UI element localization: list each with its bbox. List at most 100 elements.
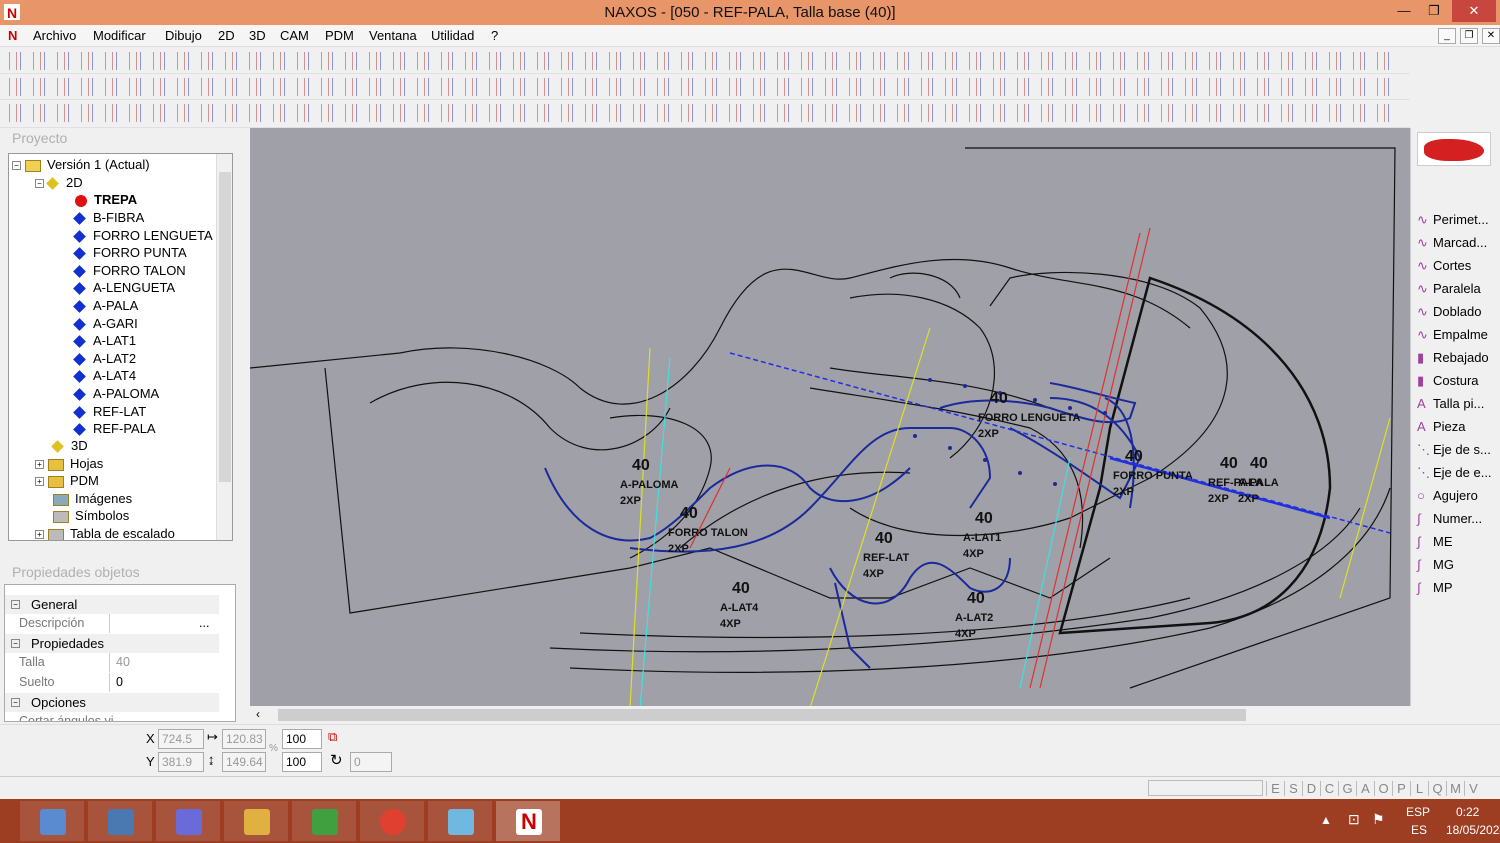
status-flag-q[interactable]: Q [1428, 781, 1446, 796]
network-icon[interactable]: ⊡ [1348, 811, 1360, 828]
tree-item-trepa[interactable]: TREPA [75, 191, 137, 208]
taskbar-chrome[interactable] [360, 801, 424, 841]
tree-item-ref-lat[interactable]: REF-LAT [73, 403, 146, 420]
tree-3d[interactable]: 3D [51, 437, 88, 454]
status-flag-l[interactable]: L [1410, 781, 1428, 796]
menu-utilidad[interactable]: Utilidad [431, 28, 474, 43]
project-tree[interactable]: − Versión 1 (Actual) −2D TREPA B-FIBRA FOR… [8, 153, 233, 541]
tree-pdm[interactable]: + PDM [35, 472, 99, 489]
tree-item-forro-lengueta[interactable]: FORRO LENGUETA [73, 227, 213, 244]
menu-pdm[interactable]: PDM [325, 28, 354, 43]
pattern-drawing[interactable]: 40 A-PALOMA 2XP 40 FORRO TALON 2XP 40 A-LAT4 4XP… [250, 128, 1410, 706]
mdi-restore-button[interactable]: ❐ [1460, 28, 1478, 44]
menu-archivo[interactable]: Archivo [33, 28, 76, 43]
tool-mp[interactable]: ∫ MP [1417, 580, 1453, 595]
flag-icon[interactable]: ⚑ [1372, 811, 1385, 828]
close-button[interactable]: ✕ [1452, 0, 1496, 22]
clock-date[interactable]: 18/05/2024 [1446, 823, 1500, 837]
tree-item-forro-talon[interactable]: FORRO TALON [73, 262, 186, 279]
menu-help[interactable]: ? [491, 28, 498, 43]
tree-item-b-fibra[interactable]: B-FIBRA [73, 209, 144, 226]
taskbar-file-explorer[interactable] [224, 801, 288, 841]
height-field[interactable]: 149.64 [222, 752, 266, 772]
prop-descripcion[interactable]: Descripción... [5, 614, 219, 633]
toolbar-icons[interactable] [6, 78, 1396, 96]
status-flag-v[interactable]: V [1464, 781, 1482, 796]
status-flag-c[interactable]: C [1320, 781, 1338, 796]
status-flag-a[interactable]: A [1356, 781, 1374, 796]
tree-tabla[interactable]: + Tabla de escalado [35, 525, 175, 540]
tree-item-a-lengueta[interactable]: A-LENGUETA [73, 279, 175, 296]
tool-pieza[interactable]: A Pieza [1417, 419, 1466, 434]
toolbar-main[interactable] [0, 48, 1410, 74]
tool-rebajado[interactable]: ▮ Rebajado [1417, 350, 1489, 366]
tool-paralela[interactable]: ∿ Paralela [1417, 281, 1481, 297]
tool-perimet[interactable]: ∿ Perimet... [1417, 212, 1489, 228]
prop-suelto[interactable]: Suelto 0 [5, 673, 219, 692]
group-opciones[interactable]: − Opciones [5, 693, 219, 712]
taskbar-design-app[interactable] [292, 801, 356, 841]
taskbar-paint[interactable] [156, 801, 220, 841]
tool-me[interactable]: ∫ ME [1417, 534, 1453, 549]
tool-eje-de-e[interactable]: ⋱ Eje de e... [1417, 465, 1492, 481]
taskbar-explorer-app[interactable] [88, 801, 152, 841]
tree-item-a-pala[interactable]: A-PALA [73, 297, 138, 314]
properties-grid[interactable]: − General Descripción... − Propiedades Tal… [4, 584, 236, 722]
tree-item-ref-pala[interactable]: REF-PALA [73, 420, 156, 437]
clock-time[interactable]: 0:22 [1456, 805, 1479, 819]
tree-item-a-paloma[interactable]: A-PALOMA [73, 385, 159, 402]
tool-mg[interactable]: ∫ MG [1417, 557, 1454, 572]
tree-item-forro-punta[interactable]: FORRO PUNTA [73, 244, 187, 261]
group-propiedades[interactable]: − Propiedades [5, 634, 219, 653]
group-general[interactable]: − General [5, 595, 219, 614]
drawing-canvas[interactable]: 40 A-PALOMA 2XP 40 FORRO TALON 2XP 40 A-LAT4 4XP… [250, 128, 1410, 706]
language-indicator[interactable]: ESP [1406, 805, 1430, 819]
status-flag-g[interactable]: G [1338, 781, 1356, 796]
tree-hojas[interactable]: + Hojas [35, 455, 103, 472]
status-flag-e[interactable]: E [1266, 781, 1284, 796]
menu-3d[interactable]: 3D [249, 28, 266, 43]
status-flag-o[interactable]: O [1374, 781, 1392, 796]
taskbar-notes[interactable] [428, 801, 492, 841]
toolbar-icons[interactable] [6, 52, 1396, 70]
mdi-minimize-button[interactable]: _ [1438, 28, 1456, 44]
toolbar-edit[interactable] [0, 100, 1410, 128]
tool-agujero[interactable]: ○ Agujero [1417, 488, 1478, 503]
menu-modificar[interactable]: Modificar [93, 28, 146, 43]
scale-x-field[interactable]: 100 [282, 729, 322, 749]
tree-2d[interactable]: −2D [35, 174, 83, 191]
taskbar-naxos[interactable]: N [496, 801, 560, 841]
status-flag-p[interactable]: P [1392, 781, 1410, 796]
tree-simbolos[interactable]: Símbolos [53, 507, 129, 524]
width-field[interactable]: 120.83 [222, 729, 266, 749]
minimize-button[interactable]: — [1388, 0, 1420, 22]
tool-eje-de-s[interactable]: ⋱ Eje de s... [1417, 442, 1491, 458]
y-coordinate-field[interactable]: 381.9 [158, 752, 204, 772]
prop-cortar[interactable]: Cortar ángulos vi [5, 712, 219, 721]
keyboard-indicator[interactable]: ES [1411, 823, 1427, 837]
mdi-close-button[interactable]: ✕ [1482, 28, 1500, 44]
scale-lock-icon[interactable]: ⧉ [328, 729, 337, 745]
menu-ventana[interactable]: Ventana [369, 28, 417, 43]
tree-imagenes[interactable]: Imágenes [53, 490, 132, 507]
tool-marcad[interactable]: ∿ Marcad... [1417, 235, 1487, 251]
tree-root[interactable]: − Versión 1 (Actual) [12, 156, 150, 173]
toolbar-icons[interactable] [6, 104, 1396, 122]
toolbar-drawing[interactable] [0, 74, 1410, 100]
tool-numer[interactable]: ∫ Numer... [1417, 511, 1482, 526]
status-flag-s[interactable]: S [1284, 781, 1302, 796]
tool-empalme[interactable]: ∿ Empalme [1417, 327, 1488, 343]
menu-dibujo[interactable]: Dibujo [165, 28, 202, 43]
tree-item-a-gari[interactable]: A-GARI [73, 315, 138, 332]
prop-talla[interactable]: Talla 40 [5, 653, 219, 672]
status-flag-d[interactable]: D [1302, 781, 1320, 796]
scale-y-field[interactable]: 100 [282, 752, 322, 772]
menu-cam[interactable]: CAM [280, 28, 309, 43]
canvas-horizontal-scrollbar[interactable]: ‹ [250, 706, 1410, 724]
tray-expand-icon[interactable]: ▲ [1320, 813, 1332, 827]
tool-cortes[interactable]: ∿ Cortes [1417, 258, 1471, 274]
rotation-field[interactable]: 0 [350, 752, 392, 772]
restore-button[interactable]: ❐ [1418, 0, 1450, 22]
tool-costura[interactable]: ▮ Costura [1417, 373, 1479, 389]
menu-2d[interactable]: 2D [218, 28, 235, 43]
